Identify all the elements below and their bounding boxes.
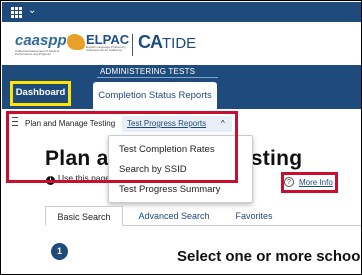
nav-section-label: ADMINISTERING TESTS xyxy=(100,67,196,76)
tab-favorites[interactable]: Favorites xyxy=(227,206,281,226)
caaspp-logo-subtitle: California Assessment of Student Perform… xyxy=(15,49,60,56)
dashboard-button[interactable]: Dashboard xyxy=(10,81,71,106)
chevron-down-icon[interactable]: ⌄ xyxy=(28,5,36,16)
elpac-logo-subtitle: English Language Proficiency Assessments… xyxy=(86,45,126,52)
tab-completion-status-reports[interactable]: Completion Status Reports xyxy=(93,82,217,109)
select-schools-heading: Select one or more schools xyxy=(177,248,362,265)
nav-section-underline xyxy=(97,77,218,78)
logo-bar: caaspp California Assessment of Student … xyxy=(2,22,361,65)
elpac-logo: ELPAC English Language Proficiency Asses… xyxy=(67,30,137,60)
caaspp-logo: caaspp California Assessment of Student … xyxy=(15,30,75,60)
grid-icon[interactable] xyxy=(11,7,23,18)
annotation-box-more-info xyxy=(281,172,338,193)
california-map-icon xyxy=(67,34,85,50)
caaspp-logo-mark: caaspp xyxy=(15,32,67,49)
tide-logo-name: TIDE xyxy=(162,35,197,52)
step-number: 1 xyxy=(51,243,68,260)
logo-divider xyxy=(132,34,133,56)
tab-advanced-search[interactable]: Advanced Search xyxy=(130,206,218,226)
tide-logo-mark: CA xyxy=(138,32,163,52)
menu-item-test-progress-summary[interactable]: Test Progress Summary xyxy=(119,184,220,195)
search-tabs: Basic Search Advanced Search Favorites xyxy=(45,206,361,226)
screenshot-frame: ⌄ caaspp California Assessment of Studen… xyxy=(0,0,362,275)
tab-basic-search[interactable]: Basic Search xyxy=(45,206,123,226)
top-bar: ⌄ xyxy=(2,2,361,22)
annotation-box-breadcrumb xyxy=(6,111,238,183)
